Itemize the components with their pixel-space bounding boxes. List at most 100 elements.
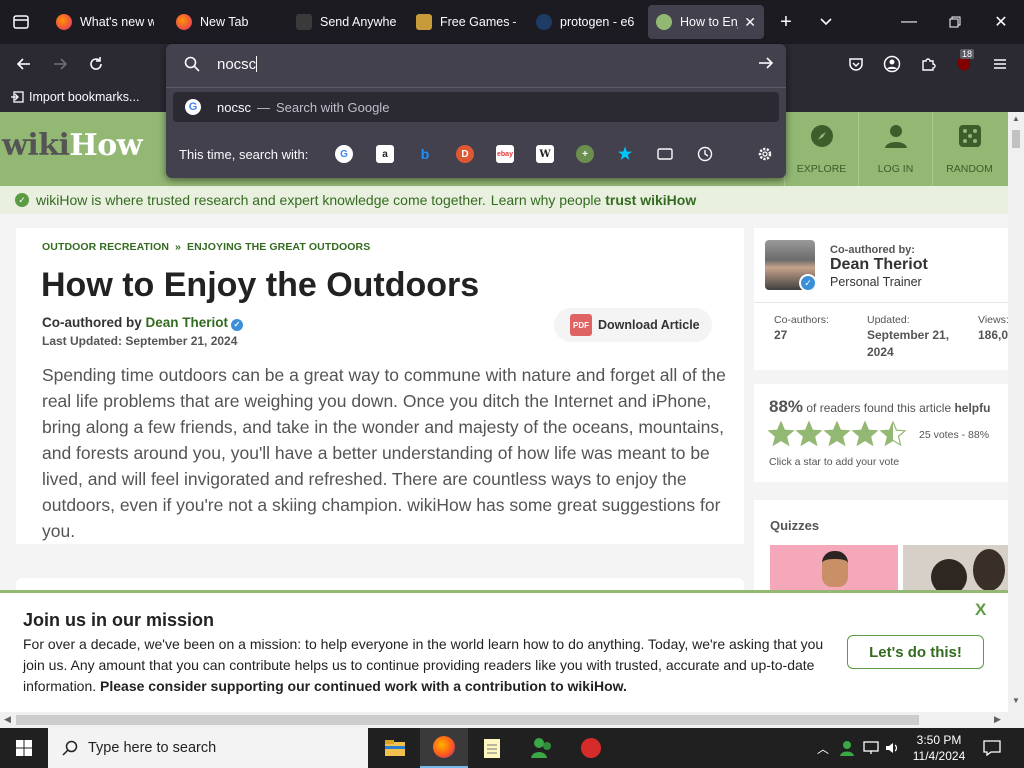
star-icon[interactable]: [796, 421, 822, 447]
google-icon[interactable]: G: [335, 145, 353, 163]
nav-explore[interactable]: EXPLORE: [784, 112, 858, 186]
tab-free-games[interactable]: Free Games –: [408, 5, 524, 39]
vertical-scrollbar[interactable]: ▲ ▼: [1008, 112, 1024, 712]
quizzes-heading: Quizzes: [770, 518, 820, 533]
tab-send-anywhere[interactable]: Send Anywher: [288, 5, 404, 39]
scrollbar-thumb[interactable]: [16, 715, 919, 725]
ublock-extension-button[interactable]: 18: [948, 48, 980, 80]
quiz-thumbnail[interactable]: [903, 545, 1008, 590]
quiz-thumbnail[interactable]: [770, 545, 898, 590]
bookmarks-star-icon[interactable]: ★: [616, 145, 634, 163]
tray-people-icon[interactable]: [838, 728, 856, 768]
star-icon[interactable]: [824, 421, 850, 447]
star-icon[interactable]: [852, 421, 878, 447]
star-rating[interactable]: [768, 421, 906, 447]
helpful-text: of readers found this article: [806, 401, 952, 415]
network-button[interactable]: [862, 728, 880, 768]
taskbar-firefox[interactable]: [420, 728, 468, 768]
tabs-icon[interactable]: [656, 145, 674, 163]
suggestion-separator: —: [256, 99, 270, 115]
scroll-right-icon[interactable]: ▶: [994, 714, 1001, 725]
trust-link-text: Learn why people: [490, 192, 602, 208]
ebay-icon[interactable]: ebay: [496, 145, 514, 163]
add-engine-icon[interactable]: +: [576, 145, 594, 163]
settings-gear-icon[interactable]: [756, 145, 774, 163]
scroll-left-icon[interactable]: ◀: [4, 714, 11, 725]
breadcrumb-enjoying-outdoors[interactable]: ENJOYING THE GREAT OUTDOORS: [187, 241, 370, 253]
trust-text: wikiHow is where trusted research and ex…: [36, 192, 486, 208]
tab-new-tab[interactable]: New Tab: [168, 5, 284, 39]
chevron-down-icon: [820, 18, 832, 26]
votes-count: 25 votes - 88%: [919, 429, 990, 441]
extensions-button[interactable]: [912, 48, 944, 80]
nav-random[interactable]: RANDOM: [932, 112, 1006, 186]
app-menu-button[interactable]: [984, 48, 1016, 80]
new-tab-button[interactable]: +: [770, 0, 802, 44]
start-button[interactable]: [0, 728, 48, 768]
list-all-tabs-button[interactable]: [810, 0, 842, 44]
scroll-up-icon[interactable]: ▲: [1012, 114, 1020, 123]
amazon-icon[interactable]: a: [376, 145, 394, 163]
wikipedia-icon[interactable]: W: [536, 145, 554, 163]
address-bar[interactable]: nocsc: [166, 44, 786, 84]
folder-icon: [385, 740, 405, 756]
taskbar-clock[interactable]: 3:50 PM 11/4/2024: [904, 732, 974, 764]
avatar[interactable]: ✓: [765, 240, 815, 290]
forward-button[interactable]: [44, 48, 76, 80]
trust-link[interactable]: Learn why people trust wikiHow: [491, 192, 696, 208]
import-bookmarks-button[interactable]: Import bookmarks...: [10, 90, 139, 104]
coauthor-line: Co-authored by Dean Theriot ✓: [42, 315, 244, 331]
volume-button[interactable]: [884, 728, 902, 768]
star-icon[interactable]: [880, 421, 906, 447]
author-link[interactable]: Dean Theriot: [146, 315, 229, 330]
taskbar-search-box[interactable]: Type here to search: [48, 728, 368, 768]
people-icon: [531, 738, 551, 758]
scrollbar-thumb[interactable]: [1012, 130, 1020, 148]
account-button[interactable]: [876, 48, 908, 80]
tab-whats-new[interactable]: What's new w: [48, 5, 162, 39]
close-tab-icon[interactable]: ✕: [744, 14, 756, 31]
bing-icon[interactable]: b: [416, 145, 434, 163]
taskbar-angry-birds[interactable]: [567, 728, 615, 768]
star-icon[interactable]: [768, 421, 794, 447]
history-icon[interactable]: [696, 145, 714, 163]
taskbar-file-explorer[interactable]: [371, 728, 419, 768]
tab-title: Free Games –: [440, 15, 516, 29]
breadcrumb-outdoor-recreation[interactable]: OUTDOOR RECREATION: [42, 241, 169, 253]
stat-coauthors-value: 27: [774, 328, 788, 342]
address-input[interactable]: nocsc: [217, 56, 256, 73]
firefox-icon: [433, 736, 455, 758]
sidebar-author-role: Personal Trainer: [830, 275, 922, 289]
mission-close-button[interactable]: X: [975, 600, 986, 620]
close-window-button[interactable]: ✕: [978, 0, 1024, 44]
lets-do-this-button[interactable]: Let's do this!: [847, 635, 984, 669]
import-bookmarks-label: Import bookmarks...: [29, 90, 140, 104]
firefox-icon: [56, 14, 72, 30]
download-article-button[interactable]: PDF Download Article: [554, 308, 712, 342]
tab-wikihow-active[interactable]: How to Enj ✕: [648, 5, 764, 39]
pdf-icon: PDF: [570, 314, 592, 336]
taskbar-app-green[interactable]: [518, 728, 566, 768]
search-suggestion-row[interactable]: G nocsc — Search with Google: [173, 92, 779, 122]
maximize-button[interactable]: [932, 0, 978, 44]
tab-bar: What's new w New Tab Send Anywher Free G…: [0, 0, 1024, 44]
tab-protogen[interactable]: protogen - e6: [528, 5, 644, 39]
taskbar-notepad[interactable]: [468, 728, 516, 768]
nav-log-in[interactable]: LOG IN: [858, 112, 932, 186]
sidebar-author-name[interactable]: Dean Theriot: [830, 256, 928, 274]
last-updated: Last Updated: September 21, 2024: [42, 334, 238, 348]
tab-list-button[interactable]: [0, 0, 42, 44]
wikihow-logo[interactable]: wikiHow: [2, 128, 143, 163]
arrow-right-icon: [54, 58, 68, 70]
back-button[interactable]: [8, 48, 40, 80]
show-hidden-icons-button[interactable]: ︿: [814, 728, 832, 768]
duckduckgo-icon[interactable]: D: [456, 145, 474, 163]
horizontal-scrollbar[interactable]: ◀ ▶: [0, 712, 1008, 728]
reload-button[interactable]: [80, 48, 112, 80]
pocket-button[interactable]: [840, 48, 872, 80]
scroll-down-icon[interactable]: ▼: [1012, 696, 1020, 705]
helpful-bold: helpfu: [954, 401, 991, 415]
go-arrow-icon[interactable]: [758, 55, 774, 71]
action-center-button[interactable]: [980, 728, 1004, 768]
minimize-button[interactable]: —: [886, 0, 932, 44]
